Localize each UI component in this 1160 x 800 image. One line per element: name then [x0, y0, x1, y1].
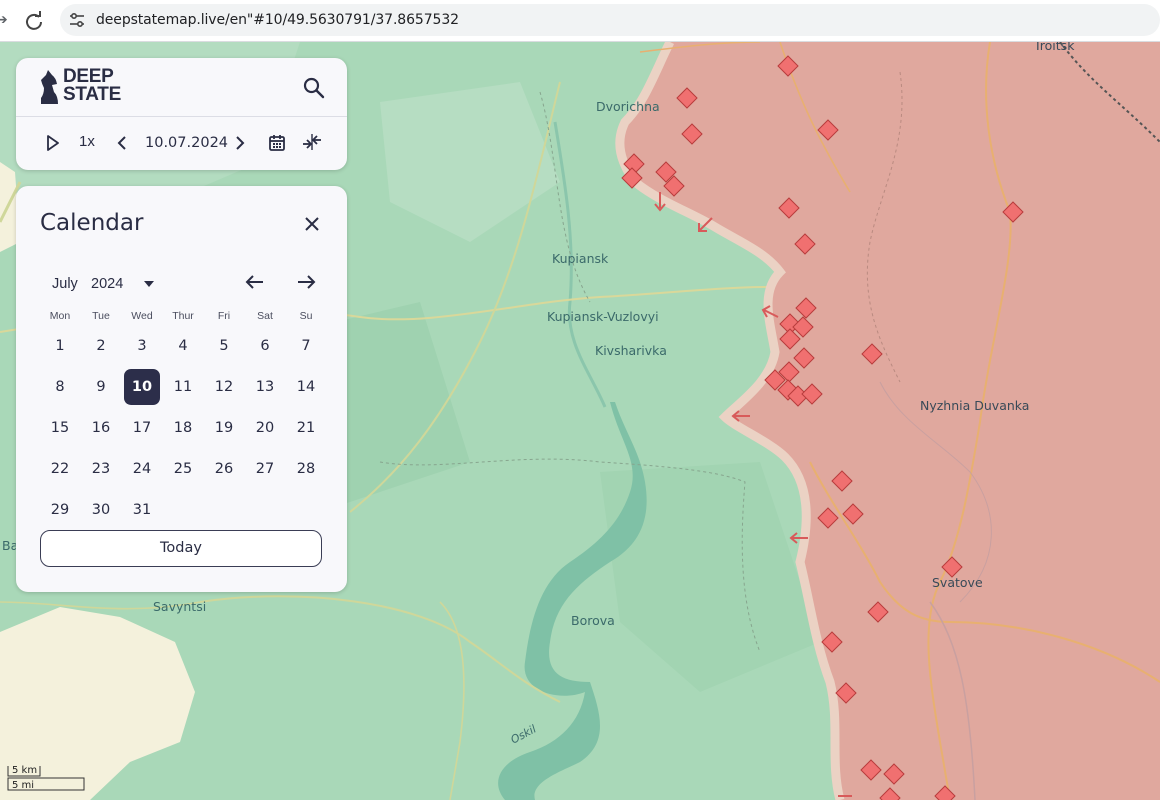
calendar-day[interactable]: 18	[165, 410, 201, 446]
header-panel: DEEP STATE 1x 10.07.2024	[16, 58, 347, 170]
scale-mi: 5 mi	[12, 780, 35, 791]
arrow-right-icon[interactable]	[296, 274, 316, 290]
browser-toolbar: ➔ deepstatemap.live/en"#10/49.5630791/37…	[0, 0, 1160, 42]
arrow-left-icon[interactable]	[245, 274, 265, 290]
place-troitsk: Troitsk	[1034, 42, 1075, 53]
calendar-day[interactable]: 2	[83, 328, 119, 364]
calendar-day[interactable]: 4	[165, 328, 201, 364]
today-button[interactable]: Today	[40, 530, 322, 567]
speed-button[interactable]: 1x	[79, 133, 95, 150]
compare-icon[interactable]	[301, 132, 323, 152]
calendar-day[interactable]: 20	[247, 410, 283, 446]
place-svatove: Svatove	[932, 575, 983, 590]
calendar-day[interactable]: 16	[83, 410, 119, 446]
calendar-panel: Calendar July 2024 Mon Tue Wed Thur Fri …	[16, 186, 347, 592]
reload-icon[interactable]	[22, 9, 46, 33]
current-date[interactable]: 10.07.2024	[145, 135, 228, 151]
place-savyntsi: Savyntsi	[153, 599, 207, 614]
play-icon[interactable]	[46, 135, 60, 151]
calendar-day[interactable]: 23	[83, 451, 119, 487]
place-nyzhnia-duvanka: Nyzhnia Duvanka	[920, 398, 1030, 413]
calendar-day[interactable]: 8	[42, 369, 78, 405]
weekday-tue: Tue	[92, 310, 110, 322]
calendar-day[interactable]: 13	[247, 369, 283, 405]
calendar-icon[interactable]	[268, 134, 286, 152]
place-kupiansk-vuzlovyi: Kupiansk-Vuzlovyi	[547, 309, 659, 324]
place-borova: Borova	[571, 613, 615, 628]
calendar-day[interactable]: 5	[206, 328, 242, 364]
weekday-fri: Fri	[217, 310, 231, 322]
weekday-wed: Wed	[131, 310, 153, 322]
chevron-right-icon[interactable]	[235, 135, 245, 151]
calendar-day[interactable]: 9	[83, 369, 119, 405]
calendar-day[interactable]: 24	[124, 451, 160, 487]
weekday-mon: Mon	[49, 310, 71, 322]
forward-icon[interactable]: ➔	[0, 11, 8, 28]
calendar-day[interactable]: 7	[288, 328, 324, 364]
calendar-day[interactable]: 27	[247, 451, 283, 487]
month-select[interactable]: July	[52, 276, 78, 292]
weekday-sat: Sat	[257, 310, 273, 322]
url-text[interactable]: deepstatemap.live/en"#10/49.5630791/37.8…	[96, 12, 459, 28]
calendar-day-selected[interactable]: 10	[124, 369, 160, 405]
site-settings-icon[interactable]	[68, 11, 86, 29]
search-icon[interactable]	[302, 76, 326, 100]
calendar-day[interactable]: 29	[42, 492, 78, 528]
calendar-day[interactable]: 25	[165, 451, 201, 487]
calendar-day[interactable]: 22	[42, 451, 78, 487]
logo-text: DEEP STATE	[63, 67, 121, 105]
calendar-day[interactable]: 17	[124, 410, 160, 446]
calendar-day[interactable]: 15	[42, 410, 78, 446]
chevron-left-icon[interactable]	[117, 135, 127, 151]
weekday-sun: Su	[299, 310, 313, 322]
year-select[interactable]: 2024	[91, 276, 123, 292]
calendar-day[interactable]: 21	[288, 410, 324, 446]
scale-km: 5 km	[12, 765, 38, 776]
calendar-day[interactable]: 26	[206, 451, 242, 487]
address-bar[interactable]: deepstatemap.live/en"#10/49.5630791/37.8…	[60, 4, 1160, 36]
calendar-day[interactable]: 19	[206, 410, 242, 446]
caret-down-icon[interactable]	[144, 281, 154, 287]
place-kivsharivka: Kivsharivka	[595, 343, 667, 358]
calendar-day[interactable]: 6	[247, 328, 283, 364]
timeline-controls: 1x 10.07.2024	[16, 117, 347, 170]
calendar-day[interactable]: 28	[288, 451, 324, 487]
calendar-day[interactable]: 1	[42, 328, 78, 364]
calendar-day[interactable]: 31	[124, 492, 160, 528]
calendar-day[interactable]: 30	[83, 492, 119, 528]
calendar-day[interactable]: 11	[165, 369, 201, 405]
place-kupiansk: Kupiansk	[552, 251, 609, 266]
logo-line2: STATE	[63, 84, 121, 105]
place-dvorichna: Dvorichna	[596, 99, 660, 114]
calendar-day[interactable]: 14	[288, 369, 324, 405]
weekday-thu: Thur	[172, 310, 194, 322]
calendar-title: Calendar	[40, 210, 144, 236]
calendar-day[interactable]: 3	[124, 328, 160, 364]
close-icon[interactable]	[303, 215, 321, 233]
calendar-day[interactable]: 12	[206, 369, 242, 405]
